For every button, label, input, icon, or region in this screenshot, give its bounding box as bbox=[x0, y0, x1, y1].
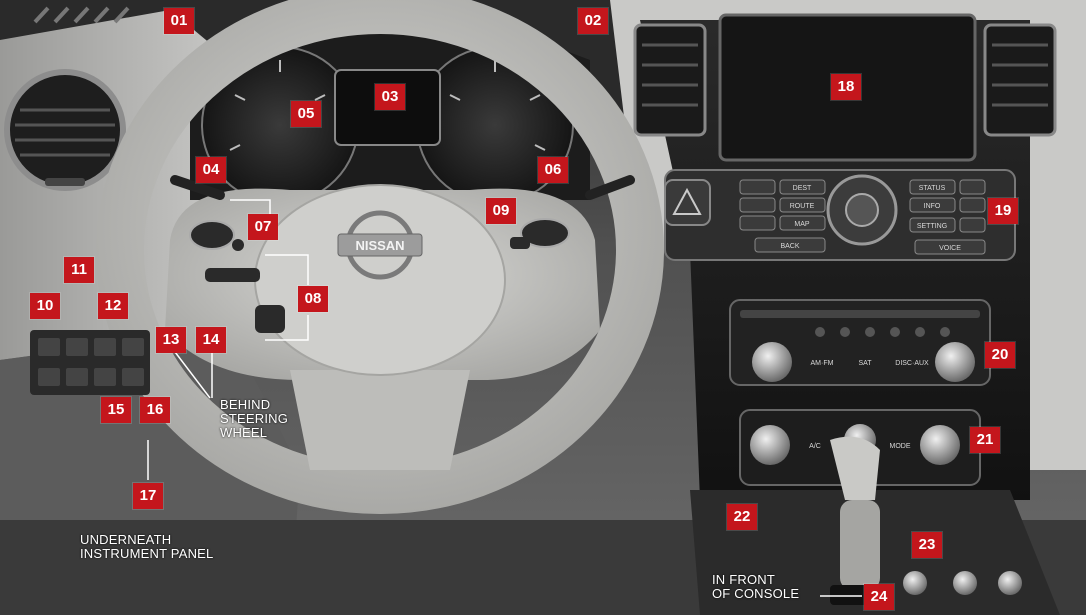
hazard-button bbox=[664, 179, 711, 226]
nav-btn-info: INFO bbox=[924, 203, 941, 210]
note-underneath-instrument-panel: UNDERNEATH INSTRUMENT PANEL bbox=[80, 532, 214, 561]
shift-lever-boot bbox=[840, 500, 880, 590]
callout-08: 08 bbox=[298, 286, 328, 312]
cd-slot bbox=[740, 310, 980, 318]
nav-btn-dest: DEST bbox=[793, 185, 812, 192]
callout-05: 05 bbox=[291, 101, 321, 127]
callout-01: 01 bbox=[164, 8, 194, 34]
audio-volume-knob bbox=[752, 342, 792, 382]
callout-03: 03 bbox=[375, 84, 405, 110]
callout-04: 04 bbox=[196, 157, 226, 183]
left-air-vent bbox=[4, 69, 126, 191]
callout-13: 13 bbox=[156, 327, 186, 353]
audio-btn-amfm: AM·FM bbox=[811, 360, 834, 367]
center-left-vent bbox=[633, 23, 707, 137]
callout-18: 18 bbox=[831, 74, 861, 100]
callout-17: 17 bbox=[133, 483, 163, 509]
climate-btn-ac: A/C bbox=[809, 443, 821, 450]
nav-btn-map: MAP bbox=[794, 221, 810, 228]
callout-16: 16 bbox=[140, 397, 170, 423]
audio-btn-disc-aux: DISC·AUX bbox=[895, 360, 929, 367]
nav-enter-button bbox=[845, 193, 879, 227]
callout-10: 10 bbox=[30, 293, 60, 319]
note-behind-steering-wheel: BEHIND STEERING WHEEL bbox=[220, 397, 289, 440]
callout-15: 15 bbox=[101, 397, 131, 423]
callout-07: 07 bbox=[248, 214, 278, 240]
nav-btn-setting: SETTING bbox=[917, 223, 947, 230]
climate-left-knob bbox=[750, 425, 790, 465]
left-spoke-rocker bbox=[205, 268, 260, 282]
climate-right-knob bbox=[920, 425, 960, 465]
nav-btn-route: ROUTE bbox=[790, 203, 815, 210]
left-spoke-button bbox=[232, 239, 244, 251]
callout-23: 23 bbox=[912, 532, 942, 558]
callout-11: 11 bbox=[64, 257, 94, 283]
callout-02: 02 bbox=[578, 8, 608, 34]
callout-24: 24 bbox=[864, 584, 894, 610]
steering-lower-spoke bbox=[290, 370, 470, 470]
callout-21: 21 bbox=[970, 427, 1000, 453]
dashboard-illustration: NISSAN DEST ROUTE MAP STATUS INFO SETTIN… bbox=[0, 0, 1086, 615]
audio-btn-sat: SAT bbox=[858, 360, 872, 367]
callout-22: 22 bbox=[727, 504, 757, 530]
center-right-vent bbox=[983, 23, 1057, 137]
nav-btn-voice: VOICE bbox=[939, 245, 961, 252]
nissan-badge-text: NISSAN bbox=[355, 238, 404, 253]
callout-14: 14 bbox=[196, 327, 226, 353]
note-in-front-of-console: IN FRONT OF CONSOLE bbox=[712, 572, 800, 601]
left-spoke-scroll bbox=[189, 220, 235, 250]
left-spoke-phone-button bbox=[255, 305, 285, 333]
console-knobs bbox=[903, 571, 1022, 595]
climate-btn-mode: MODE bbox=[890, 443, 911, 450]
nav-btn-back: BACK bbox=[780, 243, 799, 250]
nav-btn-status: STATUS bbox=[919, 185, 946, 192]
right-spoke-button bbox=[510, 237, 530, 249]
vent-thumbwheel bbox=[45, 178, 85, 186]
callout-06: 06 bbox=[538, 157, 568, 183]
callout-20: 20 bbox=[985, 342, 1015, 368]
dashboard-photo: NISSAN DEST ROUTE MAP STATUS INFO SETTIN… bbox=[0, 0, 1086, 615]
callout-19: 19 bbox=[988, 198, 1018, 224]
callout-12: 12 bbox=[98, 293, 128, 319]
audio-tune-knob bbox=[935, 342, 975, 382]
callout-09: 09 bbox=[486, 198, 516, 224]
